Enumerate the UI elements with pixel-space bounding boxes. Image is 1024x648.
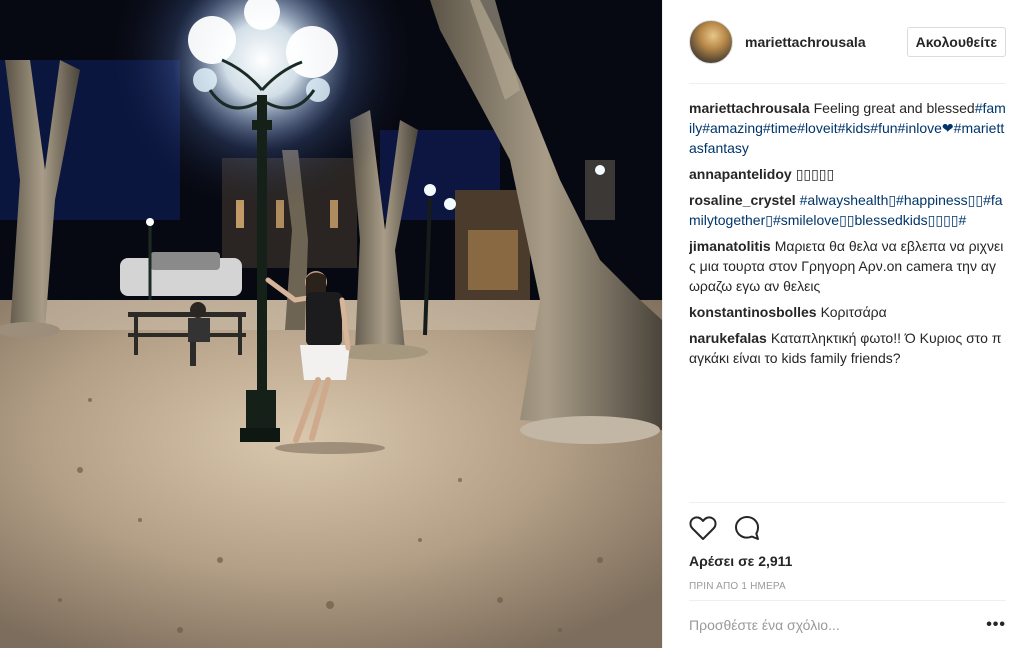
likes-count[interactable]: Αρέσει σε 2,911: [689, 553, 1006, 569]
following-button[interactable]: Ακολουθείτε: [906, 26, 1006, 57]
post-container: mariettachrousala Ακολουθείτε mariettach…: [0, 0, 1024, 648]
night-park-scene: [0, 0, 662, 648]
avatar[interactable]: [689, 19, 733, 64]
comment-username[interactable]: annapantelidoy: [689, 166, 792, 182]
comment-username[interactable]: rosaline_crystel: [689, 192, 796, 208]
comment-button[interactable]: [733, 513, 765, 543]
speech-bubble-icon: [735, 516, 759, 540]
comments-list: mariettachrousala Feeling great and bless…: [689, 84, 1006, 500]
post-timestamp: ΠΡΙΝ ΑΠΟ 1 ΗΜΕΡΑ: [689, 581, 786, 592]
add-comment-bar: •••: [689, 600, 1006, 648]
comment-username[interactable]: narukefalas: [689, 330, 767, 346]
caption-username[interactable]: mariettachrousala: [689, 100, 810, 116]
comment-text: Κοριτσάρα: [820, 304, 887, 320]
comment-username[interactable]: konstantinosbolles: [689, 304, 817, 320]
comment-item: jimanatolitis Μαριετα θα θελα να εβλεπα ν…: [689, 236, 1006, 296]
like-button[interactable]: [689, 513, 721, 543]
post-side-panel: mariettachrousala Ακολουθείτε mariettach…: [662, 0, 1024, 648]
comment-tags: ▯▯▯▯▯: [795, 166, 835, 182]
comment-item: konstantinosbolles Κοριτσάρα: [689, 302, 1006, 322]
post-photo[interactable]: [0, 0, 662, 648]
comment-item: narukefalas Καταπληκτική φωτο!! Ό Κυριος …: [689, 328, 1006, 368]
comment-item: annapantelidoy ▯▯▯▯▯: [689, 164, 1006, 184]
caption-text: Feeling great and blessed: [813, 100, 975, 116]
header-username[interactable]: mariettachrousala: [745, 34, 907, 50]
ellipsis-icon[interactable]: •••: [986, 616, 1006, 634]
comment-username[interactable]: jimanatolitis: [689, 238, 771, 254]
caption: mariettachrousala Feeling great and bless…: [689, 98, 1006, 158]
post-actions: Αρέσει σε 2,911 ΠΡΙΝ ΑΠΟ 1 ΗΜΕΡΑ: [689, 502, 1006, 592]
post-header: mariettachrousala Ακολουθείτε: [689, 0, 1006, 84]
heart-outline-icon: [689, 516, 717, 540]
action-icons: [689, 513, 1006, 543]
add-comment-input[interactable]: [689, 616, 987, 633]
comment-item: rosaline_crystel #alwayshealth▯#happiness…: [689, 190, 1006, 230]
